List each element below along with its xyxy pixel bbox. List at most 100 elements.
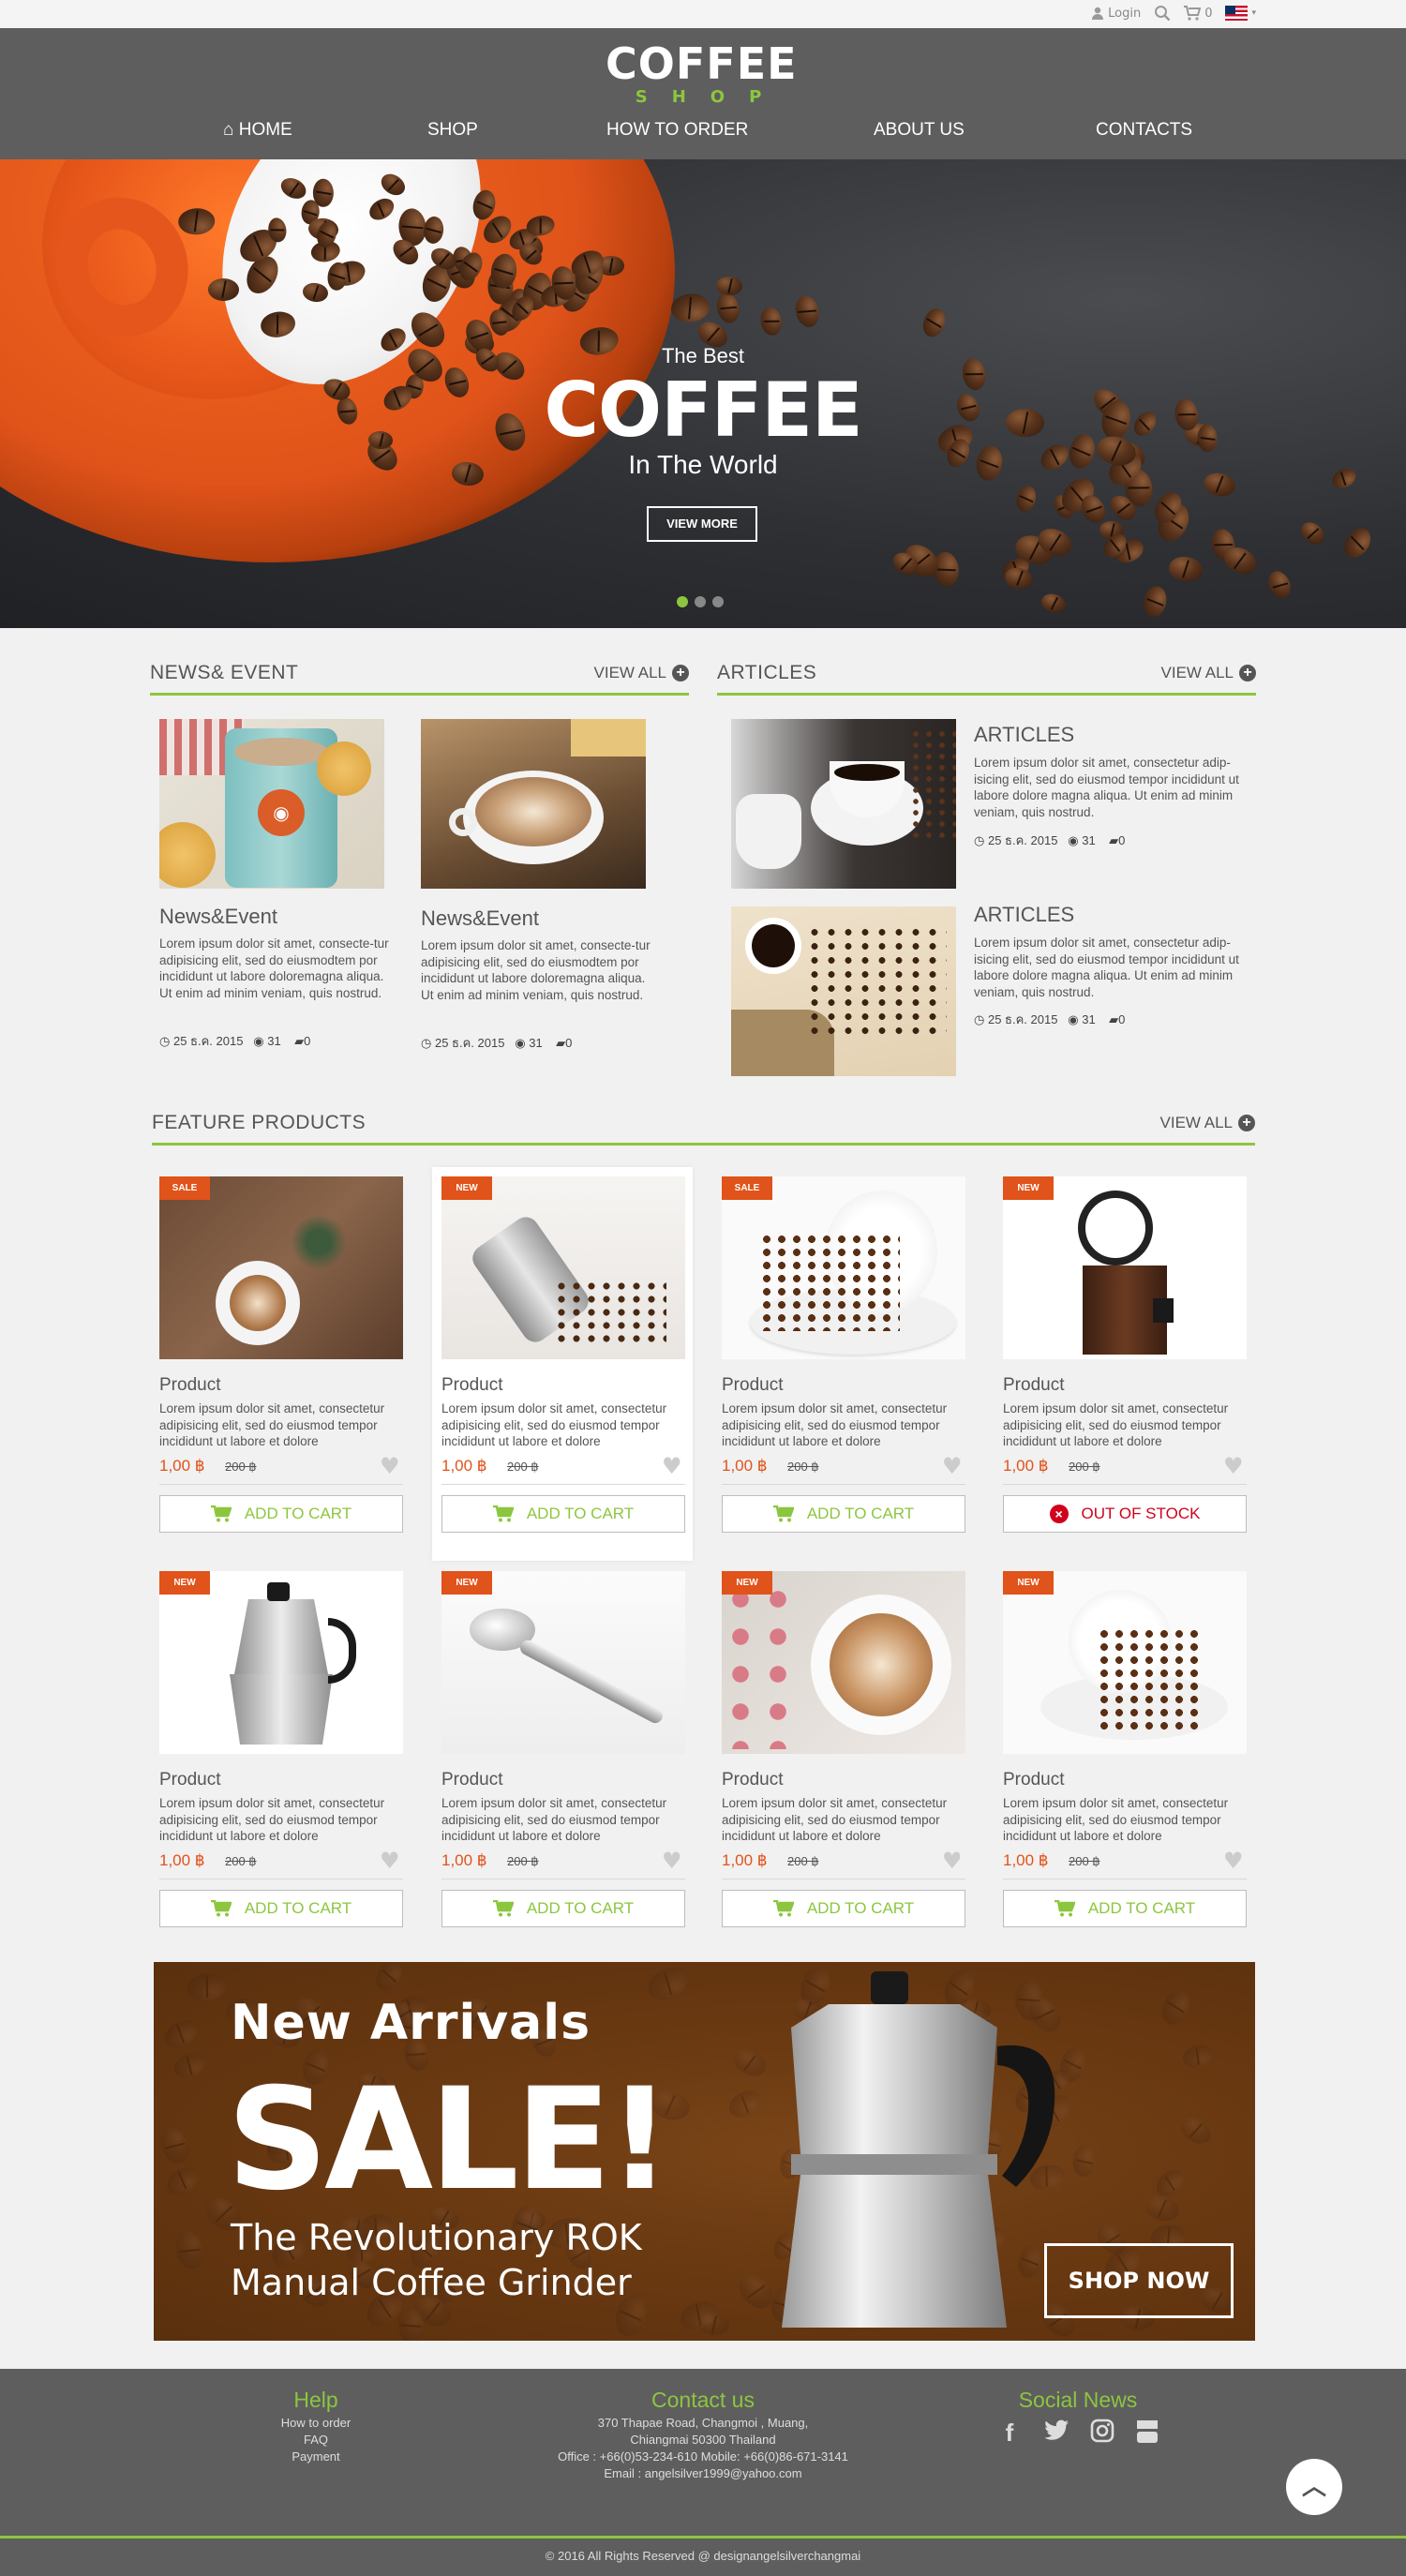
facebook-icon[interactable]: f xyxy=(996,2419,1023,2448)
cart-link[interactable]: 0 xyxy=(1184,6,1212,21)
slider-dot-3[interactable] xyxy=(712,596,724,607)
article-image-1[interactable] xyxy=(731,719,956,889)
add-to-cart-button[interactable]: ADD TO CART xyxy=(159,1890,403,1927)
product-card[interactable]: SALE Product Lorem ipsum dolor sit amet, c… xyxy=(712,1167,973,1561)
slider-dot-1[interactable] xyxy=(677,596,688,607)
article-title-1[interactable]: ARTICLES xyxy=(974,723,1074,747)
news-title-2[interactable]: News&Event xyxy=(421,906,539,931)
product-name[interactable]: Product xyxy=(722,1770,783,1790)
language-selector[interactable]: ▾ xyxy=(1225,6,1256,21)
product-old-price: 200 ฿ xyxy=(225,1460,257,1474)
product-badge: NEW xyxy=(441,1571,492,1595)
product-card[interactable]: NEW Product Lorem ipsum dolor sit amet, co… xyxy=(994,1562,1254,1955)
coffee-bean xyxy=(758,305,785,337)
articles-view-all-label: VIEW ALL xyxy=(1160,664,1234,681)
back-to-top-button[interactable]: ︿ xyxy=(1286,2459,1342,2515)
cart-count: 0 xyxy=(1204,6,1213,21)
news-image-2[interactable] xyxy=(421,719,646,889)
view-more-button[interactable]: VIEW MORE xyxy=(647,506,757,542)
product-card[interactable]: NEW Product Lorem ipsum dolor sit amet, co… xyxy=(712,1562,973,1955)
products-section-header: FEATURE PRODUCTS VIEW ALL + xyxy=(152,1108,1255,1146)
add-to-cart-button[interactable]: ADD TO CART xyxy=(159,1495,403,1533)
article-comments-1: 0 xyxy=(1118,833,1126,847)
product-name[interactable]: Product xyxy=(722,1375,783,1396)
article-image-2[interactable] xyxy=(731,906,956,1076)
cart-button-label: ADD TO CART xyxy=(806,1505,915,1522)
banner-bean xyxy=(1176,2112,1216,2149)
footer-contact-email[interactable]: Email : angelsilver1999@yahoo.com xyxy=(516,2465,890,2482)
instagram-icon[interactable] xyxy=(1090,2419,1114,2443)
news-view-all-link[interactable]: VIEW ALL + xyxy=(594,664,689,682)
shop-now-button[interactable]: SHOP NOW xyxy=(1044,2243,1234,2318)
heart-icon[interactable]: ♥ xyxy=(1223,1453,1244,1479)
slider-dot-2[interactable] xyxy=(695,596,706,607)
heart-icon[interactable]: ♥ xyxy=(380,1848,400,1874)
product-image[interactable]: NEW xyxy=(441,1176,685,1359)
eye-icon: ◉ xyxy=(253,1034,264,1048)
comment-icon: ▰ xyxy=(1109,1012,1119,1026)
product-old-price: 200 ฿ xyxy=(1069,1460,1100,1474)
nav-how-to-order[interactable]: HOW TO ORDER xyxy=(606,120,748,141)
add-to-cart-button[interactable]: ADD TO CART xyxy=(722,1495,965,1533)
product-card[interactable]: NEW Product Lorem ipsum dolor sit amet, co… xyxy=(150,1562,411,1955)
product-image[interactable]: NEW xyxy=(441,1571,685,1754)
nav-shop[interactable]: SHOP xyxy=(427,120,478,141)
product-name[interactable]: Product xyxy=(159,1770,220,1790)
top-utility-bar: Login 0 ▾ xyxy=(0,0,1406,28)
news-title-1[interactable]: News&Event xyxy=(159,905,277,929)
banner-bean xyxy=(643,1962,693,2006)
login-link[interactable]: Login xyxy=(1091,7,1141,21)
add-to-cart-button[interactable]: ADD TO CART xyxy=(722,1890,965,1927)
footer-contact-line-3: Office : +66(0)53-234-610 Mobile: +66(0)… xyxy=(558,2449,848,2464)
sale-banner[interactable]: New Arrivals SALE! The Revolutionary ROK… xyxy=(154,1962,1255,2341)
add-to-cart-button[interactable]: ADD TO CART xyxy=(441,1495,685,1533)
product-card[interactable]: NEW Product Lorem ipsum dolor sit amet, co… xyxy=(994,1167,1254,1561)
product-image[interactable]: NEW xyxy=(159,1571,403,1754)
news-image-1[interactable]: ◉ xyxy=(159,719,384,889)
product-name[interactable]: Product xyxy=(1003,1770,1064,1790)
footer-contact-title: Contact us xyxy=(651,2388,755,2412)
heart-icon[interactable]: ♥ xyxy=(1223,1848,1244,1874)
articles-view-all-link[interactable]: VIEW ALL + xyxy=(1161,664,1256,682)
footer-link-faq[interactable]: FAQ xyxy=(222,2432,410,2449)
site-logo[interactable]: COFFEE SHOP xyxy=(606,39,797,107)
product-image[interactable]: NEW xyxy=(1003,1176,1247,1359)
twitter-icon[interactable] xyxy=(1043,2419,1069,2443)
product-name[interactable]: Product xyxy=(441,1375,502,1396)
coffee-bean xyxy=(960,356,989,392)
youtube-icon[interactable] xyxy=(1135,2419,1159,2445)
product-card[interactable]: SALE Product Lorem ipsum dolor sit amet, c… xyxy=(150,1167,411,1561)
product-image[interactable]: NEW xyxy=(722,1571,965,1754)
product-card[interactable]: NEW Product Lorem ipsum dolor sit amet, co… xyxy=(432,1562,693,1955)
product-divider xyxy=(722,1484,965,1485)
product-image[interactable]: SALE xyxy=(722,1176,965,1359)
cart-icon xyxy=(772,1505,794,1522)
add-to-cart-button[interactable]: ADD TO CART xyxy=(441,1890,685,1927)
add-to-cart-button[interactable]: ADD TO CART xyxy=(1003,1890,1247,1927)
product-image[interactable]: NEW xyxy=(1003,1571,1247,1754)
article-text-1: Lorem ipsum dolor sit amet, consectetur … xyxy=(974,756,1239,819)
nav-about[interactable]: ABOUT US xyxy=(874,120,965,141)
heart-icon[interactable]: ♥ xyxy=(942,1848,963,1874)
product-card[interactable]: NEW Product Lorem ipsum dolor sit amet, co… xyxy=(432,1167,693,1561)
products-view-all-link[interactable]: VIEW ALL + xyxy=(1160,1114,1255,1132)
product-name[interactable]: Product xyxy=(1003,1375,1064,1396)
product-name[interactable]: Product xyxy=(441,1770,502,1790)
product-name[interactable]: Product xyxy=(159,1375,220,1396)
product-image[interactable]: SALE xyxy=(159,1176,403,1359)
heart-icon[interactable]: ♥ xyxy=(942,1453,963,1479)
heart-icon[interactable]: ♥ xyxy=(380,1453,400,1479)
cart-button-label: ADD TO CART xyxy=(1087,1899,1196,1917)
coffee-bean xyxy=(713,291,742,325)
heart-icon[interactable]: ♥ xyxy=(662,1453,682,1479)
nav-home[interactable]: ⌂ HOME xyxy=(223,120,292,141)
search-icon[interactable] xyxy=(1154,5,1171,22)
heart-icon[interactable]: ♥ xyxy=(662,1848,682,1874)
eye-icon[interactable]: ◉ xyxy=(258,789,305,836)
login-label: Login xyxy=(1108,6,1142,21)
footer-link-payment[interactable]: Payment xyxy=(222,2449,410,2465)
nav-contacts[interactable]: CONTACTS xyxy=(1096,120,1192,141)
footer-link-how-to-order[interactable]: How to order xyxy=(222,2415,410,2432)
article-title-2[interactable]: ARTICLES xyxy=(974,903,1074,927)
out-of-stock-button[interactable]: × OUT OF STOCK xyxy=(1003,1495,1247,1533)
